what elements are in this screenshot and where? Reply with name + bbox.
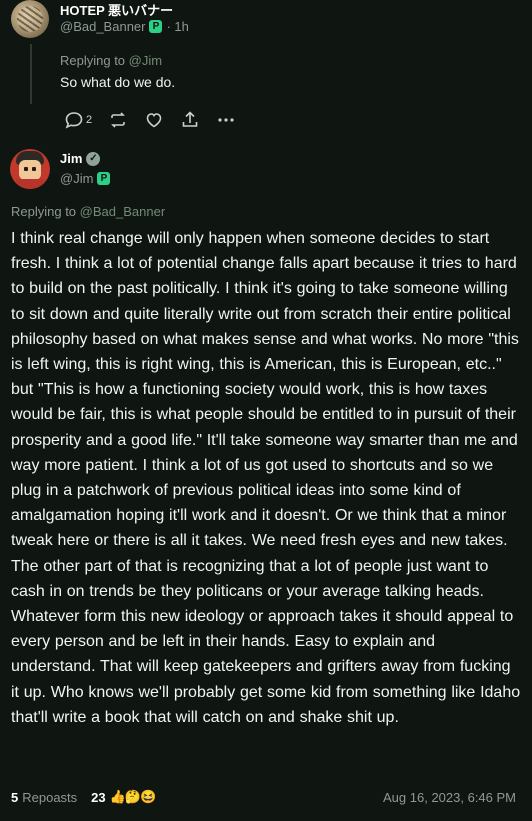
parent-display-name[interactable]: HOTEP 悪いバナー	[60, 0, 173, 19]
main-name-row: Jim ✓	[60, 151, 101, 166]
post-timestamp[interactable]: Aug 16, 2023, 6:46 PM	[383, 790, 516, 805]
reaction-emojis[interactable]: 👍🤔😆	[110, 789, 157, 805]
parent-time: · 1h	[166, 19, 189, 34]
repost-icon	[111, 112, 126, 128]
thread-connector	[30, 44, 32, 104]
parent-avatar[interactable]	[11, 0, 49, 38]
replying-prefix: Replying to	[60, 53, 126, 68]
parent-handle-row: @Bad_Banner P · 1h	[60, 19, 189, 34]
main-display-name[interactable]: Jim	[60, 151, 82, 166]
verified-icon: ✓	[86, 151, 101, 166]
parent-post: HOTEP 悪いバナー @Bad_Banner P · 1h Replying …	[0, 0, 532, 142]
reply-count: 2	[86, 114, 93, 126]
main-handle[interactable]: @Jim	[60, 171, 93, 186]
parent-name-row: HOTEP 悪いバナー	[60, 0, 173, 19]
share-button[interactable]	[180, 110, 200, 130]
avatar-eye	[32, 167, 36, 171]
like-icon	[146, 113, 162, 128]
p-badge-icon: P	[149, 20, 163, 33]
repost-count[interactable]: 5	[11, 790, 18, 805]
replying-mention[interactable]: @Jim	[129, 53, 162, 68]
like-button[interactable]	[144, 110, 164, 130]
repost-button[interactable]	[108, 110, 128, 130]
more-button[interactable]	[216, 110, 236, 130]
more-icon	[218, 118, 234, 122]
avatar-face	[19, 160, 41, 180]
avatar-shirt	[16, 179, 44, 189]
post-footer: 5 Repoasts 23 👍🤔😆 Aug 16, 2023, 6:46 PM	[11, 789, 516, 805]
parent-text: So what do we do.	[60, 74, 176, 90]
parent-action-bar: 2	[64, 110, 252, 130]
parent-replying-to: Replying to @Jim	[60, 53, 162, 68]
main-avatar[interactable]	[10, 149, 50, 189]
repost-label[interactable]: Repoasts	[22, 790, 77, 805]
reply-button[interactable]: 2	[64, 110, 92, 130]
parent-handle[interactable]: @Bad_Banner	[60, 19, 145, 34]
replying-mention[interactable]: @Bad_Banner	[80, 204, 165, 219]
main-replying-to: Replying to @Bad_Banner	[11, 204, 165, 219]
post-body: I think real change will only happen whe…	[11, 230, 521, 726]
reply-icon	[65, 112, 83, 129]
reaction-count[interactable]: 23	[91, 790, 105, 805]
replying-prefix: Replying to	[11, 204, 77, 219]
p-badge-icon: P	[97, 172, 111, 185]
share-icon	[182, 111, 198, 127]
main-handle-row: @Jim P	[60, 171, 111, 186]
avatar-eye	[24, 167, 28, 171]
